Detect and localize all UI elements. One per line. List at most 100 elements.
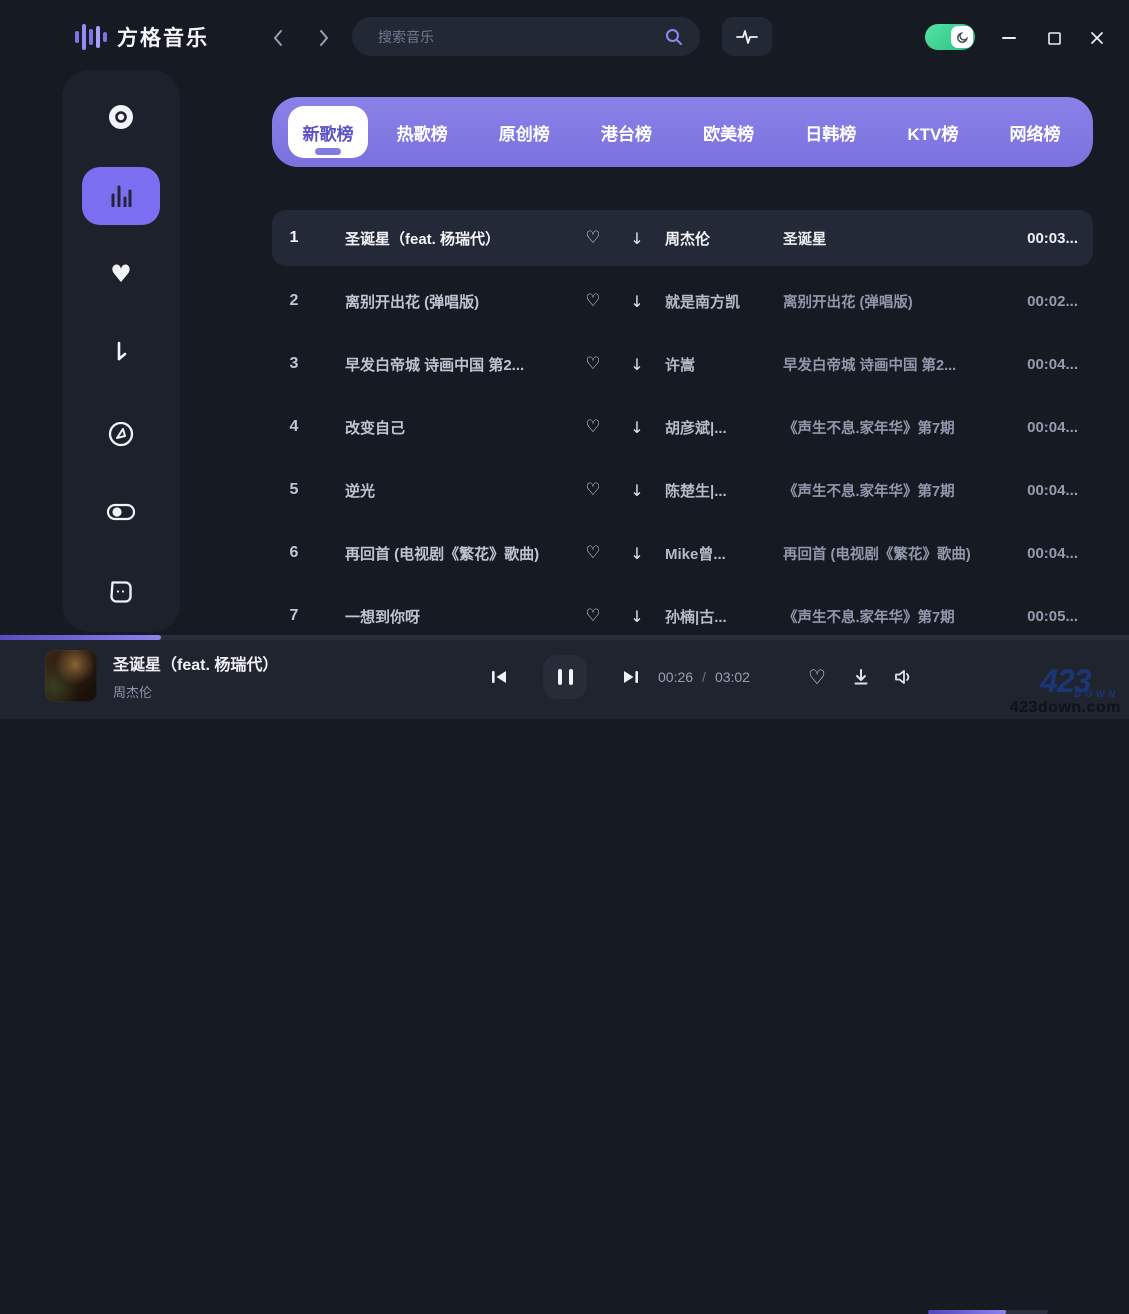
- tab-network[interactable]: 网络榜: [987, 120, 1083, 145]
- song-title: 一想到你呀: [345, 606, 571, 627]
- download-arrow-icon: [110, 341, 132, 367]
- song-artist[interactable]: 孙楠|古...: [665, 606, 775, 627]
- minimize-button[interactable]: [995, 24, 1023, 52]
- song-artist[interactable]: Mike曾...: [665, 543, 775, 564]
- download-icon[interactable]: ↓: [615, 607, 659, 626]
- song-title: 再回首 (电视剧《繁花》歌曲): [345, 543, 571, 564]
- now-playing-info: 圣诞星（feat. 杨瑞代） 周杰伦: [113, 651, 278, 701]
- sidebar-item-downloads[interactable]: [110, 341, 132, 367]
- watermark-logo-sub: DOWN: [1010, 689, 1119, 699]
- active-tab-indicator: [315, 148, 341, 155]
- time-separator: /: [702, 669, 706, 685]
- song-title: 圣诞星（feat. 杨瑞代）: [345, 228, 571, 249]
- song-album: 《声生不息.家年华》第7期: [783, 480, 1023, 501]
- favorite-heart-icon[interactable]: ♡: [571, 606, 615, 626]
- song-duration: 00:04...: [1023, 482, 1093, 499]
- tab-hk-tw[interactable]: 港台榜: [578, 120, 674, 145]
- song-artist[interactable]: 周杰伦: [665, 228, 775, 249]
- download-icon[interactable]: ↓: [615, 292, 659, 311]
- song-artist[interactable]: 就是南方凯: [665, 291, 775, 312]
- download-icon[interactable]: ↓: [615, 544, 659, 563]
- next-track-icon: [622, 669, 640, 685]
- sidebar-item-charts[interactable]: [82, 167, 160, 225]
- volume-level: [928, 1310, 1006, 1314]
- tab-ktv[interactable]: KTV榜: [885, 120, 981, 145]
- favorite-heart-icon[interactable]: ♡: [571, 417, 615, 437]
- search-box[interactable]: [352, 17, 700, 56]
- sidebar-item-disc[interactable]: [107, 103, 135, 131]
- pause-icon: [558, 669, 562, 685]
- pause-button[interactable]: [543, 655, 587, 699]
- song-artist[interactable]: 陈楚生|...: [665, 480, 775, 501]
- tab-western[interactable]: 欧美榜: [681, 120, 777, 145]
- tab-hot-songs[interactable]: 热歌榜: [374, 120, 470, 145]
- song-row[interactable]: 6 再回首 (电视剧《繁花》歌曲) ♡ ↓ Mike曾... 再回首 (电视剧《…: [272, 525, 1093, 581]
- app-title: 方格音乐: [117, 22, 209, 52]
- watermark-site: 423down.com: [1010, 699, 1121, 717]
- song-album: 圣诞星: [783, 228, 1023, 249]
- favorite-heart-icon[interactable]: ♡: [808, 665, 826, 689]
- song-album: 早发白帝城 诗画中国 第2...: [783, 354, 1023, 375]
- song-row[interactable]: 1 圣诞星（feat. 杨瑞代） ♡ ↓ 周杰伦 圣诞星 00:03...: [272, 210, 1093, 266]
- seek-bar[interactable]: [0, 635, 1129, 640]
- next-button[interactable]: [622, 669, 640, 685]
- favorite-heart-icon[interactable]: ♡: [571, 480, 615, 500]
- sidebar-item-feedback[interactable]: [108, 579, 135, 606]
- album-art[interactable]: [45, 650, 97, 702]
- song-rank: 7: [272, 607, 316, 625]
- theme-toggle[interactable]: [925, 24, 975, 50]
- song-row[interactable]: 4 改变自己 ♡ ↓ 胡彦斌|... 《声生不息.家年华》第7期 00:04..…: [272, 399, 1093, 455]
- top-bar: 方格音乐: [0, 0, 1129, 75]
- download-icon[interactable]: ↓: [615, 418, 659, 437]
- close-button[interactable]: [1083, 24, 1111, 52]
- favorite-heart-icon[interactable]: ♡: [571, 354, 615, 374]
- seek-progress: [0, 635, 161, 640]
- download-icon[interactable]: ↓: [615, 229, 659, 248]
- sidebar-item-favorites[interactable]: ♥: [110, 262, 132, 286]
- song-list: 1 圣诞星（feat. 杨瑞代） ♡ ↓ 周杰伦 圣诞星 00:03... 2 …: [272, 210, 1093, 635]
- sidebar-item-discover[interactable]: [107, 420, 135, 448]
- heart-icon: ♥: [110, 262, 132, 286]
- song-artist[interactable]: 许嵩: [665, 354, 775, 375]
- compass-icon: [107, 420, 135, 448]
- song-row[interactable]: 3 早发白帝城 诗画中国 第2... ♡ ↓ 许嵩 早发白帝城 诗画中国 第2.…: [272, 336, 1093, 392]
- song-rank: 1: [272, 229, 316, 247]
- download-icon[interactable]: ↓: [615, 481, 659, 500]
- favorite-heart-icon[interactable]: ♡: [571, 543, 615, 563]
- song-row[interactable]: 7 一想到你呀 ♡ ↓ 孙楠|古... 《声生不息.家年华》第7期 00:05.…: [272, 588, 1093, 635]
- song-album: 《声生不息.家年华》第7期: [783, 606, 1023, 627]
- watermark: 423 DOWN 423down.com: [1010, 668, 1121, 717]
- download-icon[interactable]: [852, 668, 870, 686]
- tab-new-songs[interactable]: 新歌榜: [288, 106, 368, 158]
- pulse-icon: [735, 28, 759, 46]
- favorite-heart-icon[interactable]: ♡: [571, 228, 615, 248]
- active-highlight: [82, 167, 160, 225]
- nav-forward-button[interactable]: [312, 26, 336, 50]
- song-duration: 00:04...: [1023, 419, 1093, 436]
- song-album: 再回首 (电视剧《繁花》歌曲): [783, 543, 1023, 564]
- tab-jp-kr[interactable]: 日韩榜: [783, 120, 879, 145]
- previous-button[interactable]: [490, 669, 508, 685]
- download-icon[interactable]: ↓: [615, 355, 659, 374]
- volume-slider[interactable]: [928, 1310, 1048, 1314]
- song-artist[interactable]: 胡彦斌|...: [665, 417, 775, 438]
- maximize-button[interactable]: [1040, 24, 1068, 52]
- chevron-left-icon: [272, 29, 284, 47]
- previous-track-icon: [490, 669, 508, 685]
- song-duration: 00:02...: [1023, 293, 1093, 310]
- tab-original[interactable]: 原创榜: [476, 120, 572, 145]
- search-input[interactable]: [378, 29, 664, 45]
- song-rank: 3: [272, 355, 316, 373]
- search-icon[interactable]: [664, 27, 684, 47]
- tab-label: 新歌榜: [303, 120, 354, 145]
- sidebar-item-settings[interactable]: [106, 502, 136, 522]
- song-duration: 00:05...: [1023, 608, 1093, 625]
- song-row[interactable]: 5 逆光 ♡ ↓ 陈楚生|... 《声生不息.家年华》第7期 00:04...: [272, 462, 1093, 518]
- favorite-heart-icon[interactable]: ♡: [571, 291, 615, 311]
- toggle-thumb: [951, 26, 973, 48]
- equalizer-button[interactable]: [722, 17, 772, 56]
- volume-icon[interactable]: [893, 668, 913, 686]
- song-row[interactable]: 2 离别开出花 (弹唱版) ♡ ↓ 就是南方凯 离别开出花 (弹唱版) 00:0…: [272, 273, 1093, 329]
- nav-back-button[interactable]: [266, 26, 290, 50]
- minimize-icon: [1002, 36, 1016, 40]
